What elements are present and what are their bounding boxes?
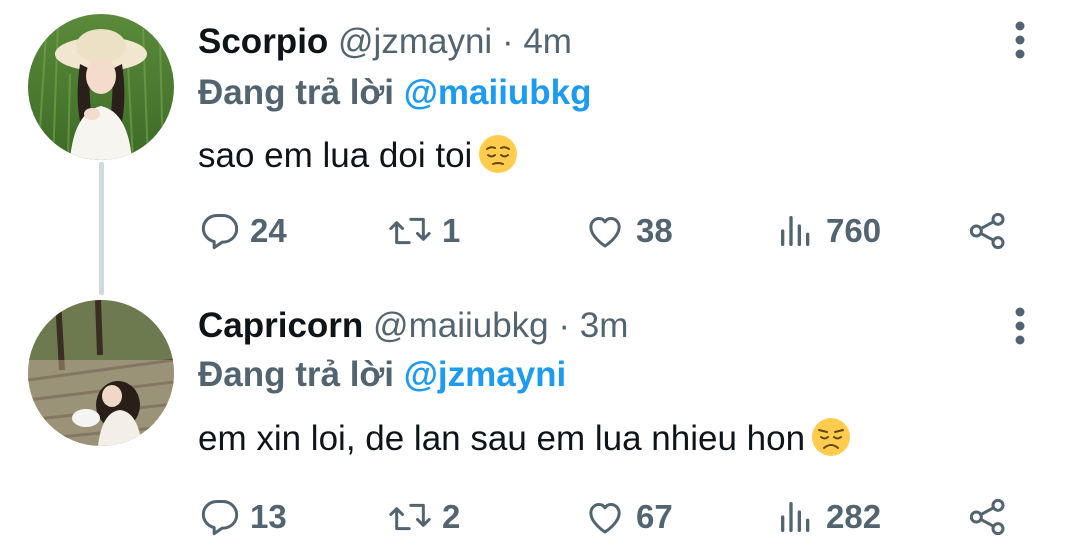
replying-to-label: Đang trả lời bbox=[198, 73, 395, 112]
tweet-text: em xin loi, de lan sau em lua nhieu hon bbox=[198, 417, 851, 460]
separator-dot: · bbox=[558, 306, 571, 345]
retweet-button[interactable]: 1 bbox=[388, 206, 460, 256]
like-button[interactable]: 67 bbox=[584, 492, 673, 542]
reply-mention-link[interactable]: @maiiubkg bbox=[404, 73, 592, 112]
more-options-icon[interactable] bbox=[1005, 18, 1035, 62]
replying-to-label: Đang trả lời bbox=[198, 355, 395, 394]
reply-icon bbox=[200, 211, 240, 251]
views-count: 760 bbox=[826, 212, 882, 249]
share-icon bbox=[968, 497, 1008, 537]
tweet-header: Scorpio @jzmayni · 4m bbox=[198, 22, 572, 62]
like-count: 38 bbox=[636, 212, 673, 249]
like-count: 67 bbox=[636, 498, 673, 535]
pensive-face-emoji bbox=[478, 134, 518, 174]
replying-to: Đang trả lời @jzmayni bbox=[198, 355, 566, 395]
tweet-actions: 24 1 38 760 bbox=[198, 206, 1038, 256]
share-button[interactable] bbox=[968, 492, 1008, 542]
reply-icon bbox=[200, 497, 240, 537]
tweet-body: em xin loi, de lan sau em lua nhieu hon bbox=[198, 419, 806, 458]
reply-count: 24 bbox=[250, 212, 287, 249]
tweet-header: Capricorn @maiiubkg · 3m bbox=[198, 306, 628, 346]
reply-button[interactable]: 24 bbox=[200, 206, 287, 256]
timestamp[interactable]: 3m bbox=[580, 306, 629, 345]
tweet-body: sao em lua doi toi bbox=[198, 136, 473, 175]
views-button[interactable]: 282 bbox=[776, 492, 881, 542]
disappointed-face-emoji bbox=[811, 417, 851, 457]
like-icon bbox=[584, 497, 626, 537]
like-button[interactable]: 38 bbox=[584, 206, 673, 256]
like-icon bbox=[584, 211, 626, 251]
share-button[interactable] bbox=[968, 206, 1008, 256]
views-icon bbox=[776, 211, 816, 251]
share-icon bbox=[968, 211, 1008, 251]
retweet-icon bbox=[388, 497, 432, 537]
timestamp[interactable]: 4m bbox=[523, 22, 572, 61]
retweet-button[interactable]: 2 bbox=[388, 492, 460, 542]
retweet-icon bbox=[388, 211, 432, 251]
user-handle[interactable]: @maiiubkg bbox=[373, 306, 549, 345]
retweet-count: 2 bbox=[442, 498, 461, 535]
views-count: 282 bbox=[826, 498, 882, 535]
separator-dot: · bbox=[501, 22, 514, 61]
display-name[interactable]: Scorpio bbox=[198, 22, 328, 61]
more-options-icon[interactable] bbox=[1005, 304, 1035, 348]
tweet-scorpio[interactable]: Scorpio @jzmayni · 4m Đang trả lời @maii… bbox=[0, 0, 1080, 282]
reply-button[interactable]: 13 bbox=[200, 492, 287, 542]
tweet-text: sao em lua doi toi bbox=[198, 134, 518, 177]
avatar[interactable] bbox=[28, 14, 174, 160]
retweet-count: 1 bbox=[442, 212, 461, 249]
display-name[interactable]: Capricorn bbox=[198, 306, 363, 345]
views-icon bbox=[776, 497, 816, 537]
user-handle[interactable]: @jzmayni bbox=[338, 22, 492, 61]
avatar[interactable] bbox=[28, 300, 174, 446]
replying-to: Đang trả lời @maiiubkg bbox=[198, 73, 592, 113]
reply-mention-link[interactable]: @jzmayni bbox=[404, 355, 567, 394]
tweet-capricorn[interactable]: Capricorn @maiiubkg · 3m Đang trả lời @j… bbox=[0, 282, 1080, 555]
tweet-actions: 13 2 67 282 bbox=[198, 492, 1038, 542]
views-button[interactable]: 760 bbox=[776, 206, 881, 256]
reply-count: 13 bbox=[250, 498, 287, 535]
